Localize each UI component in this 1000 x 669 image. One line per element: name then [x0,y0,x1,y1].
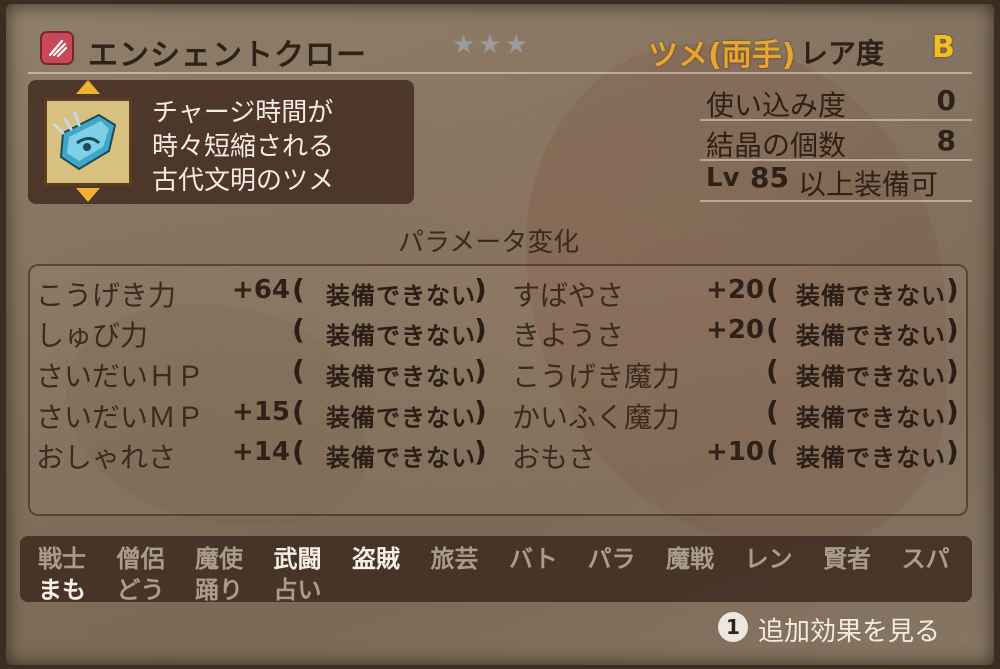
job-label: バト [509,545,558,573]
description-line-2: 時々短縮される [152,132,335,162]
paren-open: ( [292,435,305,468]
crystal-label: 結晶の個数 [706,129,847,162]
param-modifier: +15 [232,397,290,427]
param-name: こうげき魔力 [512,360,681,393]
button-1-icon[interactable]: 1 [718,612,748,642]
param-name: きようさ [512,319,625,352]
cannot-equip-note: 装備できない [326,404,476,432]
paren-open: ( [292,395,305,428]
cannot-equip-note: 装備できない [326,322,476,350]
job-label: 賢者 [823,545,871,573]
param-section-title: パラメータ変化 [398,228,580,258]
paren-close: ) [474,354,487,387]
crystal-value: 8 [936,124,956,157]
usage-value: 0 [936,84,956,117]
stat-divider-2 [700,159,972,161]
view-extra-effects-button[interactable]: 追加効果を見る [758,611,940,648]
job-label: パラ [587,545,636,573]
param-name: すばやさ [512,279,625,312]
paren-open: ( [292,354,305,387]
job-label: 武闘 [273,545,322,573]
param-modifier: +20 [706,275,764,305]
cannot-equip-note: 装備できない [796,363,946,391]
job-label: スパ [901,545,950,573]
job-label: 魔使 [195,545,243,573]
usage-label: 使い込み度 [706,89,847,122]
job-label: 魔戦 [666,545,714,573]
blue-claw-icon [53,111,117,171]
job-label: 盗賊 [352,545,400,573]
paren-open: ( [766,273,779,306]
param-name: さいだいＨＰ [36,360,205,393]
paren-close: ) [946,435,959,468]
paren-close: ) [474,395,487,428]
param-name: おしゃれさ [36,441,177,474]
cannot-equip-note: 装備できない [326,363,476,391]
paren-open: ( [292,313,305,346]
title-divider [28,72,972,74]
paren-close: ) [474,435,487,468]
arrow-down-icon[interactable] [76,188,100,202]
param-name: おもさ [512,441,597,474]
paren-open: ( [766,313,779,346]
param-name: こうげき力 [36,279,177,312]
param-modifier: +10 [706,437,764,467]
rarity-label: レア度 [800,37,885,70]
cannot-equip-note: 装備できない [796,404,946,432]
paren-close: ) [946,313,959,346]
param-name: しゅび力 [36,319,149,352]
claw-category-icon [40,31,74,65]
cannot-equip-note: 装備できない [326,282,476,310]
rarity-grade: B [932,30,955,65]
stat-divider-3 [700,200,972,202]
weapon-type: ツメ(両手) [648,38,796,73]
paren-open: ( [766,395,779,428]
cannot-equip-note: 装備できない [796,282,946,310]
paren-open: ( [766,354,779,387]
param-name: かいふく魔力 [512,401,681,434]
job-label: 占い [273,576,322,604]
description-line-1: チャージ時間が [152,98,334,128]
level-value: 85 [750,161,789,194]
level-requirement: 以上装備可 [798,168,939,201]
item-name: エンシェントクロー [88,38,367,73]
stat-divider-1 [700,119,972,121]
job-label: 僧侶 [116,545,165,573]
level-label: Lv [706,163,740,193]
param-modifier: +64 [232,275,290,305]
paren-open: ( [766,435,779,468]
job-label: 旅芸 [430,545,479,573]
description-line-3: 古代文明のツメ [152,166,335,196]
paren-close: ) [946,395,959,428]
param-name: さいだいＭＰ [36,401,205,434]
cannot-equip-note: 装備できない [796,322,946,350]
cannot-equip-note: 装備できない [796,444,946,472]
param-modifier: +14 [232,437,290,467]
job-label: 戦士 [38,545,86,573]
arrow-up-icon[interactable] [76,80,100,94]
paren-close: ) [946,354,959,387]
job-label: レン [744,545,793,573]
job-label: 踊り [195,576,243,604]
cannot-equip-note: 装備できない [326,444,476,472]
paren-close: ) [474,313,487,346]
param-modifier: +20 [706,315,764,345]
paren-close: ) [474,273,487,306]
star-rating: ★★★ [452,30,531,60]
job-label: まも [38,576,86,604]
item-icon-frame [44,98,132,186]
job-label: どう [116,576,165,604]
paren-close: ) [946,273,959,306]
paren-open: ( [292,273,305,306]
